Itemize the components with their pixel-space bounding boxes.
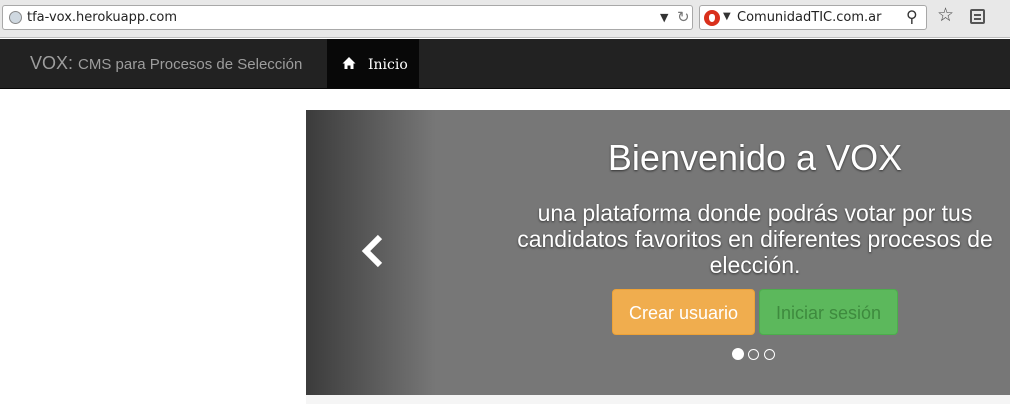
search-engine-icon[interactable] — [704, 10, 720, 26]
browser-toolbar: tfa-vox.herokuapp.com ▼ ↻ ▼ ComunidadTIC… — [0, 0, 1010, 38]
brand[interactable]: VOX: CMS para Procesos de Selección — [30, 53, 302, 74]
globe-icon — [9, 11, 22, 24]
carousel-indicator[interactable] — [764, 349, 775, 360]
engine-dropdown-icon[interactable]: ▼ — [723, 11, 731, 22]
content-below — [306, 395, 1010, 404]
brand-subtitle: CMS para Procesos de Selección — [78, 56, 303, 73]
reload-icon[interactable]: ↻ — [677, 8, 690, 26]
hero-carousel: Bienvenido a VOX una plataforma donde po… — [306, 110, 1010, 395]
login-button[interactable]: Iniciar sesión — [759, 289, 898, 335]
nav-item-inicio[interactable]: Inicio — [327, 39, 419, 89]
search-query[interactable]: ComunidadTIC.com.ar — [737, 10, 881, 25]
address-bar[interactable]: tfa-vox.herokuapp.com ▼ ↻ — [2, 5, 693, 30]
url-text[interactable]: tfa-vox.herokuapp.com — [27, 10, 177, 25]
home-icon — [342, 57, 356, 69]
star-icon[interactable]: ☆ — [937, 4, 954, 26]
hero-text: una plataforma donde podrás votar por tu… — [517, 200, 993, 278]
nav-item-label: Inicio — [368, 57, 408, 73]
create-user-button[interactable]: Crear usuario — [612, 289, 755, 335]
dropdown-arrow-icon[interactable]: ▼ — [660, 11, 668, 24]
brand-name: VOX: — [30, 53, 74, 73]
carousel-indicator[interactable] — [748, 349, 759, 360]
bookmarks-icon[interactable] — [970, 9, 985, 24]
carousel-indicator[interactable] — [732, 348, 744, 360]
chevron-left-icon[interactable] — [358, 233, 388, 269]
carousel-indicators — [732, 348, 782, 361]
search-icon[interactable]: ⚲ — [906, 7, 918, 26]
hero-title: Bienvenido a VOX — [607, 137, 903, 178]
navbar: VOX: CMS para Procesos de Selección Inic… — [0, 39, 1010, 89]
search-bar[interactable]: ▼ ComunidadTIC.com.ar ⚲ — [699, 5, 927, 30]
